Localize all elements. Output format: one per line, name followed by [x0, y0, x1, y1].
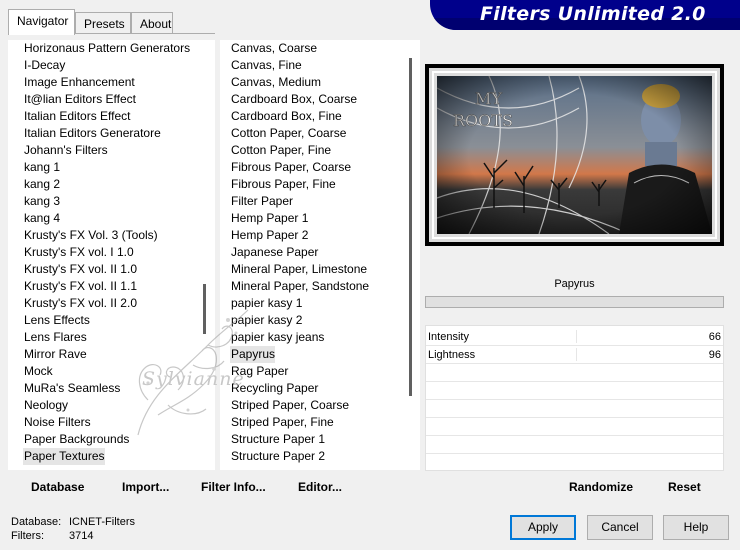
- import-button[interactable]: Import...: [122, 480, 169, 494]
- list-item[interactable]: Mineral Paper, Limestone: [230, 261, 367, 278]
- list-item[interactable]: Filter Paper: [230, 193, 293, 210]
- list-item[interactable]: Mock: [23, 363, 53, 380]
- param-divider: [576, 330, 577, 343]
- list-item[interactable]: kang 1: [23, 159, 60, 176]
- list-item[interactable]: I-Decay: [23, 57, 65, 74]
- tab-about[interactable]: About: [131, 12, 173, 34]
- tab-label: About: [140, 17, 172, 31]
- preview-artwork: MY ROOTS: [429, 68, 720, 242]
- list-item[interactable]: Japanese Paper: [230, 244, 318, 261]
- list-item[interactable]: Horizonaus Pattern Generators: [23, 40, 190, 57]
- list-item[interactable]: Cotton Paper, Fine: [230, 142, 331, 159]
- param-row-empty: [426, 364, 723, 382]
- param-row-empty: [426, 400, 723, 418]
- list-item[interactable]: Hemp Paper 1: [230, 210, 308, 227]
- param-row-intensity[interactable]: Intensity 66: [426, 328, 723, 346]
- list-item[interactable]: Hemp Paper 2: [230, 227, 308, 244]
- param-row-empty: [426, 418, 723, 436]
- list-item[interactable]: Mirror Rave: [23, 346, 87, 363]
- list-item[interactable]: Krusty's FX vol. I 1.0: [23, 244, 134, 261]
- apply-button[interactable]: Apply: [510, 515, 576, 540]
- param-row-empty: [426, 382, 723, 400]
- param-label: Intensity: [428, 331, 469, 343]
- list-item[interactable]: Fibrous Paper, Fine: [230, 176, 336, 193]
- list-item[interactable]: Neology: [23, 397, 68, 414]
- list-item[interactable]: kang 3: [23, 193, 60, 210]
- list-item[interactable]: Mineral Paper, Sandstone: [230, 278, 369, 295]
- cancel-button[interactable]: Cancel: [587, 515, 653, 540]
- list-item[interactable]: MuRa's Seamless: [23, 380, 120, 397]
- param-value: 66: [708, 331, 721, 343]
- list-item[interactable]: kang 2: [23, 176, 60, 193]
- list-item[interactable]: Canvas, Medium: [230, 74, 321, 91]
- list-item[interactable]: Image Enhancement: [23, 74, 135, 91]
- list-item[interactable]: Lens Flares: [23, 329, 87, 346]
- list-item[interactable]: Paper Textures: [23, 448, 105, 465]
- filters-unlimited-window: Navigator Presets About Filters Unlimite…: [0, 0, 740, 550]
- filter-info-button[interactable]: Filter Info...: [201, 480, 266, 494]
- database-label: Database:: [11, 516, 62, 528]
- param-row-lightness[interactable]: Lightness 96: [426, 346, 723, 364]
- list-item[interactable]: Canvas, Coarse: [230, 40, 317, 57]
- database-value: ICNET-Filters: [69, 516, 135, 528]
- help-button[interactable]: Help: [663, 515, 729, 540]
- list-item[interactable]: Italian Editors Effect: [23, 108, 131, 125]
- database-button[interactable]: Database: [31, 480, 84, 494]
- title-banner: Filters Unlimited 2.0: [430, 0, 740, 30]
- list-item[interactable]: Cardboard Box, Coarse: [230, 91, 357, 108]
- list-item[interactable]: Krusty's FX vol. II 1.0: [23, 261, 137, 278]
- filters-count: 3714: [69, 530, 94, 542]
- list-item[interactable]: Paper Backgrounds: [23, 431, 129, 448]
- list-item[interactable]: Cardboard Box, Fine: [230, 108, 342, 125]
- list-item[interactable]: Cotton Paper, Coarse: [230, 125, 346, 142]
- list-item[interactable]: It@lian Editors Effect: [23, 91, 136, 108]
- preview-image: MY ROOTS: [429, 68, 720, 242]
- tab-navigator[interactable]: Navigator: [8, 9, 75, 35]
- preview-progress-bar: [425, 296, 724, 308]
- list-item[interactable]: Noise Filters: [23, 414, 91, 431]
- param-value: 96: [708, 349, 721, 361]
- randomize-button[interactable]: Randomize: [569, 480, 633, 494]
- param-row-empty: [426, 436, 723, 454]
- list-item[interactable]: Johann's Filters: [23, 142, 108, 159]
- watermark-text: Sylvianne: [142, 368, 245, 390]
- parameter-box: Intensity 66 Lightness 96: [425, 325, 724, 471]
- tab-presets[interactable]: Presets: [75, 12, 131, 34]
- list-item[interactable]: Fibrous Paper, Coarse: [230, 159, 351, 176]
- list-item[interactable]: Italian Editors Generatore: [23, 125, 161, 142]
- list-item[interactable]: Structure Paper 2: [230, 448, 325, 465]
- tab-label: Navigator: [17, 14, 69, 28]
- param-label: Lightness: [428, 349, 476, 361]
- preview-frame: MY ROOTS: [425, 64, 724, 246]
- list-item[interactable]: Krusty's FX vol. II 1.1: [23, 278, 137, 295]
- editor-button[interactable]: Editor...: [298, 480, 342, 494]
- filter-scrollbar[interactable]: [409, 58, 412, 396]
- filters-label: Filters:: [11, 530, 44, 542]
- param-divider: [576, 348, 577, 361]
- reset-button[interactable]: Reset: [668, 480, 701, 494]
- list-item[interactable]: Canvas, Fine: [230, 57, 302, 74]
- banner-title: Filters Unlimited 2.0: [480, 3, 706, 25]
- tab-label: Presets: [84, 17, 125, 31]
- list-item[interactable]: Lens Effects: [23, 312, 90, 329]
- list-item[interactable]: Krusty's FX Vol. 3 (Tools): [23, 227, 158, 244]
- list-item[interactable]: kang 4: [23, 210, 60, 227]
- selected-filter-name: Papyrus: [425, 274, 724, 294]
